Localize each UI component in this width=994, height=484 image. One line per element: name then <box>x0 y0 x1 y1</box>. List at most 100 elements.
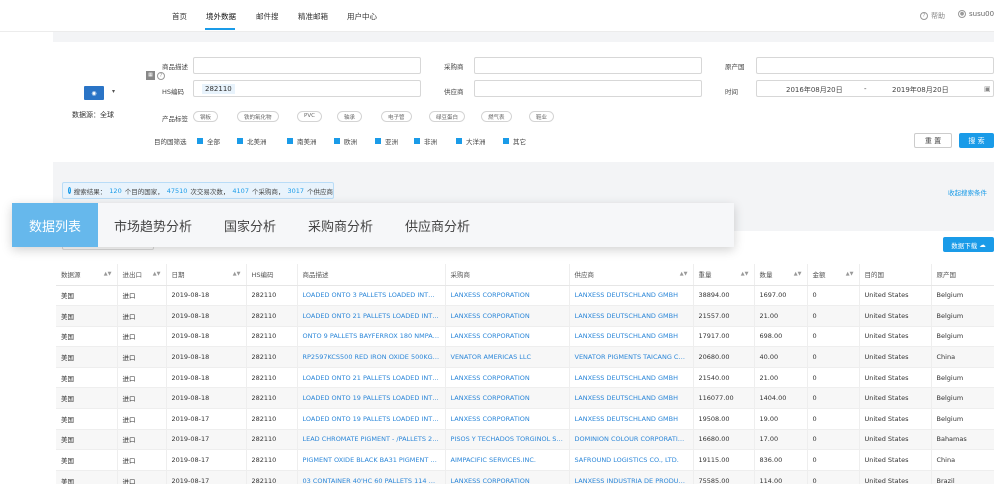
table-row[interactable]: 美国 进口 2019-08-18 282110 LOADED ONTO 3 PALLET… <box>56 285 994 307</box>
table-row[interactable]: 美国 进口 2019-08-17 282110 PIGMENT OXIDE BLACK … <box>56 449 994 471</box>
col-header[interactable]: 金额 ▲▼ <box>807 264 860 286</box>
tab-data-list[interactable]: 数据列表 <box>12 203 98 247</box>
region-checkbox[interactable]: 欧洲 <box>334 136 357 146</box>
checkbox-checked-icon <box>456 138 462 144</box>
col-header[interactable]: 原产国 <box>931 264 994 286</box>
result-trades: 47510 <box>166 186 188 195</box>
region-checkbox[interactable]: 大洋洲 <box>456 136 486 146</box>
table-cell[interactable]: LANXESS DEUTSCHLAND GMBH <box>569 367 694 389</box>
table-cell[interactable]: VENATOR AMERICAS LLC <box>445 346 570 368</box>
table-row[interactable]: 美国 进口 2019-08-18 282110 LOADED ONTO 21 PALLE… <box>56 367 994 389</box>
table-cell[interactable]: LANXESS CORPORATION <box>445 470 570 484</box>
search-button[interactable]: 搜 索 <box>959 133 994 148</box>
table-cell[interactable]: LANXESS INDUSTRIA DE PRODUTOS QUIMICOS <box>569 470 694 484</box>
region-checkbox[interactable]: 北美洲 <box>237 136 267 146</box>
col-header[interactable]: 目的国 <box>859 264 932 286</box>
region-checkbox[interactable]: 南美洲 <box>287 136 317 146</box>
hs-code-label: HS编码 <box>162 88 185 96</box>
reset-button[interactable]: 重 置 <box>914 133 952 148</box>
region-checkbox[interactable]: 亚洲 <box>375 136 398 146</box>
tab-supplier-analysis[interactable]: 供应商分析 <box>389 203 486 247</box>
table-row[interactable]: 美国 进口 2019-08-17 282110 LEAD CHROMATE PIGMEN… <box>56 429 994 451</box>
supplier-input[interactable] <box>474 80 702 97</box>
table-cell[interactable]: LANXESS CORPORATION <box>445 326 570 348</box>
hs-code-value: 282110 <box>202 84 235 94</box>
table-cell[interactable]: LOADED ONTO 21 PALLETS LOADED INTO 1 CON… <box>297 305 446 327</box>
calendar-icon[interactable]: ▣ <box>984 85 991 93</box>
table-cell[interactable]: VENATOR PIGMENTS TAICANG CO LTD <box>569 346 694 368</box>
nav-precise-email[interactable]: 精准邮箱 <box>298 11 328 22</box>
tag-chip[interactable]: PVC <box>297 111 322 122</box>
tab-country-analysis[interactable]: 国家分析 <box>208 203 292 247</box>
table-cell[interactable]: RP2597KCS500 RED IRON OXIDE 500KG/BAG <box>297 346 446 368</box>
table-cell[interactable]: LOADED ONTO 3 PALLETS LOADED INTO 1 CONT… <box>297 285 446 307</box>
nav-home[interactable]: 首页 <box>172 11 187 22</box>
region-checkbox[interactable]: 非洲 <box>414 136 437 146</box>
table-cell[interactable]: LANXESS CORPORATION <box>445 285 570 307</box>
nav-overseas-data[interactable]: 境外数据 <box>206 11 236 22</box>
tag-chip[interactable]: 钢板 <box>193 111 219 122</box>
table-cell: 0 <box>807 470 860 484</box>
table-cell[interactable]: LANXESS DEUTSCHLAND GMBH <box>569 408 694 430</box>
table-row[interactable]: 美国 进口 2019-08-17 282110 LOADED ONTO 19 PALLE… <box>56 408 994 430</box>
table-cell[interactable]: LANXESS DEUTSCHLAND GMBH <box>569 285 694 307</box>
nav-user-center[interactable]: 用户中心 <box>347 11 377 22</box>
table-cell[interactable]: LANXESS CORPORATION <box>445 305 570 327</box>
col-header[interactable]: 日期 ▲▼ <box>166 264 247 286</box>
download-button[interactable]: 数据下载 ☁ <box>943 237 994 252</box>
table-cell[interactable]: AIMPACIFIC SERVICES.INC. <box>445 449 570 471</box>
collapse-search-link[interactable]: 收起搜索条件 <box>948 187 987 197</box>
tab-market-trend[interactable]: 市场趋势分析 <box>98 203 208 247</box>
table-cell[interactable]: LOADED ONTO 19 PALLETS LOADED INTO 1 CON… <box>297 408 446 430</box>
col-header[interactable]: 采购商 <box>445 264 570 286</box>
region-checkbox[interactable]: 其它 <box>503 136 526 146</box>
tag-chip[interactable]: 燃气表 <box>481 111 512 122</box>
col-header[interactable]: HS编码 <box>246 264 298 286</box>
tag-chip[interactable]: 轴承 <box>337 111 363 122</box>
table-cell[interactable]: LOADED ONTO 19 PALLETS LOADED INTO 1 CON… <box>297 387 446 410</box>
table-row[interactable]: 美国 进口 2019-08-17 282110 03 CONTAINER 40'HC 6… <box>56 470 994 484</box>
table-cell[interactable]: LANXESS DEUTSCHLAND GMBH <box>569 326 694 348</box>
region-checkbox[interactable]: 全部 <box>197 136 220 146</box>
hs-code-input[interactable]: 282110 <box>193 80 421 97</box>
table-cell[interactable]: SAFROUND LOGISTICS CO., LTD. <box>569 449 694 471</box>
origin-input[interactable] <box>756 57 994 74</box>
table-cell[interactable]: LEAD CHROMATE PIGMENT - /PALLETS 20 PALL… <box>297 429 446 451</box>
table-cell[interactable]: ONTO 9 PALLETS BAYFERROX 180 NMPA BAYFER… <box>297 326 446 348</box>
table-cell[interactable]: 03 CONTAINER 40'HC 60 PALLETS 114 BIG BA… <box>297 470 446 484</box>
product-desc-input[interactable] <box>193 57 421 74</box>
buyer-input[interactable] <box>474 57 702 74</box>
tag-chip[interactable]: 铁的氧化物 <box>237 111 279 122</box>
table-cell[interactable]: LOADED ONTO 21 PALLETS LOADED INTO 1 CON… <box>297 367 446 389</box>
table-cell[interactable]: LANXESS DEUTSCHLAND GMBH <box>569 387 694 410</box>
table-cell[interactable]: PIGMENT OXIDE BLACK BA31 PIGMENT OXIDE <box>297 449 446 471</box>
chevron-down-icon[interactable]: ▾ <box>112 88 115 95</box>
grid-icon[interactable]: ▦ <box>146 71 155 80</box>
col-header[interactable]: 数量 ▲▼ <box>754 264 808 286</box>
tag-chip[interactable]: 电子管 <box>381 111 412 122</box>
help-link[interactable]: ? 帮助 <box>920 11 945 21</box>
nav-email-search[interactable]: 邮件搜 <box>256 11 279 22</box>
table-cell: 21.00 <box>754 367 808 389</box>
table-cell[interactable]: LANXESS CORPORATION <box>445 367 570 389</box>
table-row[interactable]: 美国 进口 2019-08-18 282110 LOADED ONTO 19 PALLE… <box>56 387 994 410</box>
table-row[interactable]: 美国 进口 2019-08-18 282110 ONTO 9 PALLETS BAYFE… <box>56 326 994 348</box>
un-flag-icon[interactable]: ◉ <box>84 86 104 100</box>
table-cell[interactable]: DOMINION COLOUR CORPORATION <box>569 429 694 451</box>
table-cell[interactable]: LANXESS DEUTSCHLAND GMBH <box>569 305 694 327</box>
table-cell[interactable]: LANXESS CORPORATION <box>445 408 570 430</box>
table-cell[interactable]: LANXESS CORPORATION <box>445 387 570 410</box>
col-header[interactable]: 商品描述 <box>297 264 446 286</box>
col-header[interactable]: 供应商 ▲▼ <box>569 264 694 286</box>
table-row[interactable]: 美国 进口 2019-08-18 282110 LOADED ONTO 21 PALLE… <box>56 305 994 327</box>
col-header[interactable]: 数据源 ▲▼ <box>56 264 118 286</box>
user-menu[interactable]: ● susu00 <box>958 10 994 18</box>
table-cell[interactable]: PISOS Y TECHADOS TORGINOL S.A. <box>445 429 570 451</box>
col-header[interactable]: 重量 ▲▼ <box>693 264 755 286</box>
info-icon[interactable]: ? <box>157 71 165 80</box>
tag-chip[interactable]: 鞋业 <box>529 111 555 122</box>
table-row[interactable]: 美国 进口 2019-08-18 282110 RP2597KCS500 RED IRO… <box>56 346 994 368</box>
col-header[interactable]: 进出口 ▲▼ <box>117 264 167 286</box>
tab-buyer-analysis[interactable]: 采购商分析 <box>292 203 389 247</box>
tag-chip[interactable]: 绿豆蛋白 <box>429 111 466 122</box>
